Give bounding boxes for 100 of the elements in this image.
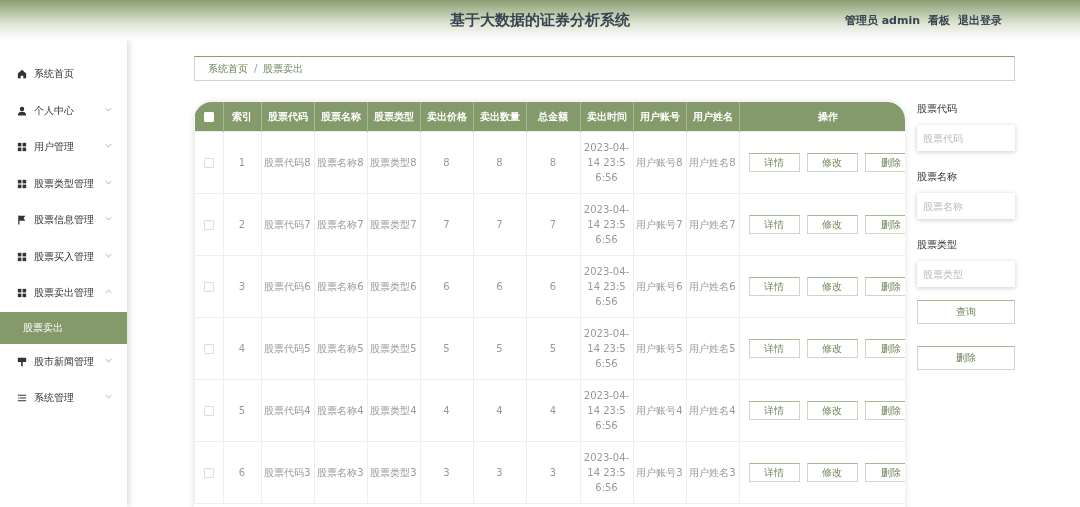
user-label: 管理员 admin <box>844 13 920 28</box>
table-cell: 4 <box>443 405 450 416</box>
breadcrumb-link[interactable]: 系统首页 <box>208 61 248 76</box>
row-checkbox[interactable] <box>203 158 214 168</box>
table-cell: 股票名称6 <box>317 281 364 292</box>
field-label: 股票类型 <box>917 238 958 252</box>
chevron-icon <box>105 143 112 148</box>
app-title: 基于大数据的证券分析系统 <box>450 10 630 30</box>
menu-item[interactable]: 个人中心 <box>0 92 127 129</box>
table-cell: 2023-04-14 23:56:56 <box>583 142 630 183</box>
details-button[interactable]: 详情 <box>748 463 800 482</box>
table-cell: 用户姓名7 <box>689 219 736 230</box>
menu-item[interactable]: 股票类型管理 <box>0 165 127 202</box>
chevron-icon <box>105 357 112 363</box>
delete-button[interactable]: 删除 <box>865 339 905 358</box>
breadcrumb-separator: / <box>254 63 258 74</box>
table-cell: 股票名称8 <box>317 157 364 168</box>
table-cell: 7 <box>443 219 450 230</box>
table-cell: 用户姓名5 <box>689 343 736 354</box>
table-cell: 2023-04-14 23:56:56 <box>583 328 630 369</box>
chevron-icon <box>105 106 112 112</box>
table-cell: 7 <box>549 219 557 230</box>
breadcrumb-link[interactable]: 股票卖出 <box>263 61 304 76</box>
edit-button[interactable]: 修改 <box>806 339 859 358</box>
delete-button[interactable]: 删除 <box>917 346 1015 370</box>
table-cell: 2 <box>238 219 246 230</box>
table-cell: 2023-04-14 23:56:56 <box>583 204 630 245</box>
delete-button[interactable]: 删除 <box>865 463 905 482</box>
row-checkbox[interactable] <box>203 468 214 478</box>
table-cell: 4 <box>549 405 557 416</box>
chevron-icon <box>105 252 112 258</box>
select-all-checkbox[interactable] <box>203 112 214 122</box>
chevron-icon <box>105 216 112 221</box>
table-cell: 6 <box>549 281 557 292</box>
table-cell: 股票代码8 <box>264 157 311 168</box>
menu-item[interactable]: 股市新闻管理 <box>0 343 127 380</box>
table-cell: 8 <box>549 157 557 168</box>
search-field[interactable]: 股票代码 <box>917 125 1015 151</box>
table-cell: 股票类型3 <box>370 467 417 478</box>
column-header: 卖出数量 <box>473 102 526 132</box>
table-cell: 8 <box>496 157 503 168</box>
edit-button[interactable]: 修改 <box>806 215 859 234</box>
chevron-icon <box>105 179 112 185</box>
menu-item[interactable]: 用户管理 <box>0 129 127 166</box>
table-cell: 用户账号7 <box>636 219 683 230</box>
header-link[interactable]: 退出登录 <box>958 13 1002 28</box>
delete-button[interactable]: 删除 <box>865 277 905 296</box>
table-cell: 6 <box>443 281 450 292</box>
details-button[interactable]: 详情 <box>748 277 800 296</box>
table-cell: 用户账号4 <box>636 405 683 416</box>
column-header: 股票代码 <box>261 102 314 132</box>
edit-button[interactable]: 修改 <box>806 401 859 420</box>
edit-button[interactable]: 修改 <box>806 463 859 482</box>
table-cell: 5 <box>496 343 503 354</box>
column-header: 索引 <box>223 102 261 132</box>
table-cell: 3 <box>238 281 246 292</box>
table-cell: 股票代码4 <box>264 405 311 416</box>
column-header: 总金额 <box>526 102 580 132</box>
table-cell: 7 <box>496 219 503 230</box>
chevron-icon <box>105 289 112 294</box>
header-link[interactable]: 看板 <box>928 13 950 28</box>
row-checkbox[interactable] <box>203 406 214 416</box>
table-cell: 2023-04-14 23:56:56 <box>583 390 630 431</box>
table-cell: 6 <box>238 467 246 478</box>
table-cell: 用户姓名6 <box>689 281 736 292</box>
row-checkbox[interactable] <box>203 344 214 354</box>
table-cell: 股票名称3 <box>317 467 364 478</box>
menu-item[interactable]: 股票买入管理 <box>0 238 127 275</box>
table-cell: 1 <box>238 157 246 168</box>
details-button[interactable]: 详情 <box>748 215 800 234</box>
row-checkbox[interactable] <box>203 220 214 230</box>
table-cell: 用户账号6 <box>636 281 683 292</box>
menu-item[interactable]: 系统首页 <box>0 56 127 93</box>
search-button[interactable]: 查询 <box>917 300 1015 324</box>
column-header: 股票类型 <box>367 102 420 132</box>
row-checkbox[interactable] <box>203 282 214 292</box>
menu-item[interactable]: 系统管理 <box>0 380 127 417</box>
delete-button[interactable]: 删除 <box>865 153 905 172</box>
submenu-item[interactable]: 股票卖出 <box>0 311 127 344</box>
column-header: 股票名称 <box>314 102 367 132</box>
delete-button[interactable]: 删除 <box>865 401 905 420</box>
details-button[interactable]: 详情 <box>748 339 800 358</box>
edit-button[interactable]: 修改 <box>806 277 859 296</box>
table-cell: 股票代码7 <box>264 219 311 230</box>
details-button[interactable]: 详情 <box>748 153 800 172</box>
table-cell: 5 <box>443 343 450 354</box>
search-field[interactable]: 股票名称 <box>917 193 1015 219</box>
table-cell: 4 <box>238 343 246 354</box>
table-cell: 8 <box>443 157 450 168</box>
delete-button[interactable]: 删除 <box>865 215 905 234</box>
table-cell: 3 <box>549 467 557 478</box>
edit-button[interactable]: 修改 <box>806 153 859 172</box>
table-cell: 股票名称7 <box>317 219 364 230</box>
details-button[interactable]: 详情 <box>748 401 800 420</box>
table-cell: 用户姓名3 <box>689 467 736 478</box>
menu-item[interactable]: 股票信息管理 <box>0 202 127 239</box>
table-cell: 股票名称5 <box>317 343 364 354</box>
menu-item[interactable]: 股票卖出管理 <box>0 275 127 312</box>
table-cell: 股票代码6 <box>264 281 311 292</box>
user-icon <box>17 105 27 116</box>
